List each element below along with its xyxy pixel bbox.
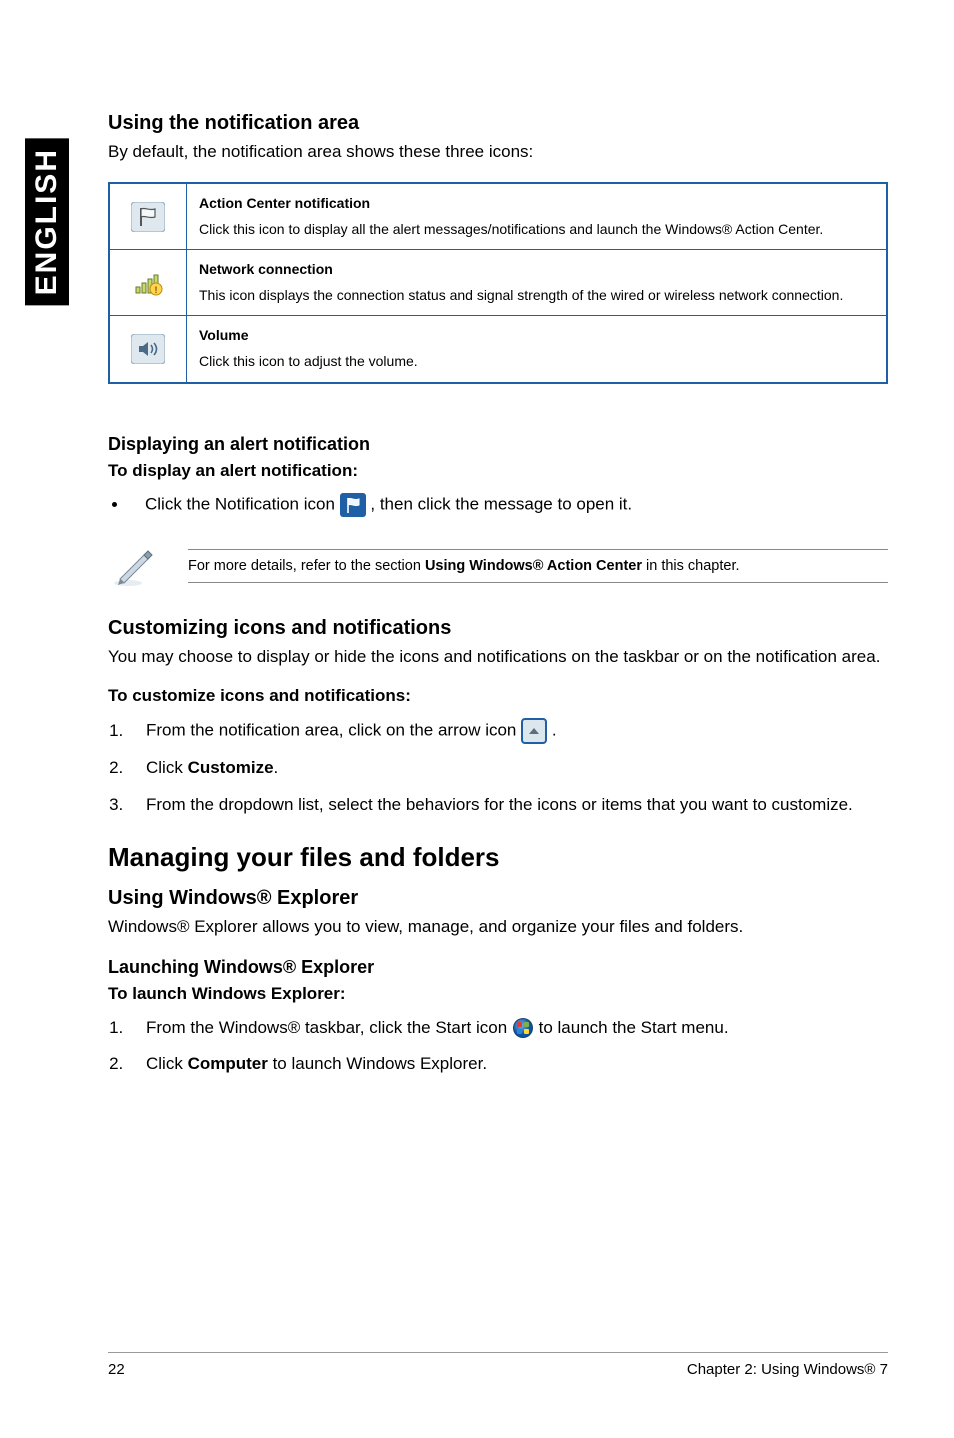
cell-desc: Click this icon to display all the alert… [199,221,823,237]
launching-explorer-sub: To launch Windows Explorer: [108,984,888,1004]
note-text-a: For more details, refer to the section [188,558,425,574]
step-text-b: Computer [188,1054,268,1073]
language-tab: ENGLISH [25,138,69,305]
step-text-c: to launch Windows Explorer. [268,1054,487,1073]
page-number: 22 [108,1361,125,1378]
network-desc-cell: Network connection This icon displays th… [187,250,888,316]
launch-explorer-steps: From the Windows® taskbar, click the Sta… [108,1016,888,1077]
notification-icons-table: Action Center notification Click this ic… [108,182,888,384]
volume-icon [131,334,165,364]
note-text-c: in this chapter. [642,558,740,574]
step-text-b: . [552,721,557,740]
cell-desc: This icon displays the connection status… [199,287,843,303]
section-title-display-alert: Displaying an alert notification [108,434,888,455]
network-connection-icon: ! [132,269,164,297]
section-title-using-explorer: Using Windows® Explorer [108,887,888,910]
section-title-customize: Customizing icons and notifications [108,617,888,640]
section-title-managing-files: Managing your files and folders [108,842,888,873]
list-item: Click Customize. [128,756,888,781]
step-text-a: Click [146,1054,188,1073]
customize-intro: You may choose to display or hide the ic… [108,646,888,669]
cell-title: Network connection [199,260,874,280]
note-text: For more details, refer to the section U… [188,550,888,582]
table-row: Volume Click this icon to adjust the vol… [109,316,887,383]
bullet-text-b: , then click the message to open it. [370,494,632,513]
action-center-icon-cell [109,183,187,250]
list-item: From the notification area, click on the… [128,718,888,744]
list-item: From the Windows® taskbar, click the Sta… [128,1016,888,1041]
divider [188,582,888,583]
network-icon-cell: ! [109,250,187,316]
table-row: Action Center notification Click this ic… [109,183,887,250]
notification-area-intro: By default, the notification area shows … [108,141,888,164]
customize-sub: To customize icons and notifications: [108,686,888,706]
display-alert-bullet: Click the Notification icon , then click… [112,493,888,517]
bullet-text: Click the Notification icon , then click… [145,493,632,517]
arrow-up-icon [521,718,547,744]
display-alert-sub: To display an alert notification: [108,461,888,481]
page-content: Using the notification area By default, … [108,112,888,1101]
table-row: ! Network connection This icon displays … [109,250,887,316]
action-center-desc-cell: Action Center notification Click this ic… [187,183,888,250]
cell-desc: Click this icon to adjust the volume. [199,353,418,369]
cell-title: Volume [199,326,874,346]
notification-flag-inline-icon [340,493,366,517]
step-text-a: From the notification area, click on the… [146,721,521,740]
volume-desc-cell: Volume Click this icon to adjust the vol… [187,316,888,383]
svg-text:!: ! [155,285,158,295]
using-explorer-intro: Windows® Explorer allows you to view, ma… [108,916,888,939]
volume-icon-cell [109,316,187,383]
step-text-a: From the Windows® taskbar, click the Sta… [146,1018,512,1037]
chapter-label: Chapter 2: Using Windows® 7 [687,1361,888,1378]
step-text-b: Customize [188,758,274,777]
list-item: From the dropdown list, select the behav… [128,793,888,818]
page-footer: 22 Chapter 2: Using Windows® 7 [108,1352,888,1378]
bullet-text-a: Click the Notification icon [145,494,340,513]
step-text-a: Click [146,758,188,777]
step-text-c: . [274,758,279,777]
section-title-notification-area: Using the notification area [108,112,888,135]
bullet-icon [112,502,117,507]
cell-title: Action Center notification [199,194,874,214]
list-item: Click Computer to launch Windows Explore… [128,1052,888,1077]
action-center-flag-icon [131,202,165,232]
windows-start-orb-icon [512,1017,534,1039]
note-box: For more details, refer to the section U… [108,543,888,589]
customize-steps: From the notification area, click on the… [108,718,888,817]
note-text-b: Using Windows® Action Center [425,558,642,574]
section-title-launching-explorer: Launching Windows® Explorer [108,957,888,978]
pencil-note-icon [110,543,156,589]
step-text-b: to launch the Start menu. [539,1018,729,1037]
